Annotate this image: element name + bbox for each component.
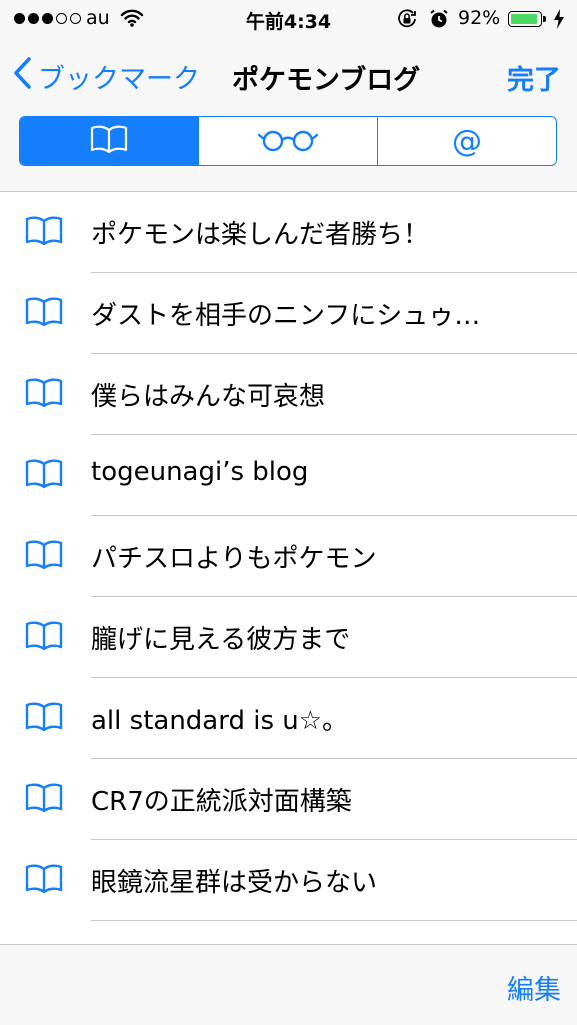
list-item[interactable]: all standard is u☆。 xyxy=(0,678,577,759)
list-item[interactable]: 朧げに見える彼方まで xyxy=(0,597,577,678)
bookmark-icon xyxy=(24,295,64,333)
bookmark-title: パチスロよりもポケモン xyxy=(91,544,377,574)
bookmark-icon xyxy=(24,619,64,657)
edit-button[interactable]: 編集 xyxy=(507,968,561,1007)
bookmark-title: CR7の正統派対面構築 xyxy=(91,787,352,817)
bookmark-title: all standard is u☆。 xyxy=(91,706,349,736)
bookmark-title: 僕らはみんな可哀想 xyxy=(91,382,326,412)
bookmark-title: togeunagi’s blog xyxy=(91,457,309,487)
bookmark-title: ポケモンは楽しんだ者勝ち！ xyxy=(91,220,430,250)
battery-icon xyxy=(508,11,542,27)
back-button[interactable]: ブックマーク xyxy=(12,56,200,97)
charging-icon xyxy=(553,9,565,34)
bookmark-title: ダストを相手のニンフにシュゥ… xyxy=(91,301,481,331)
alarm-icon xyxy=(428,8,450,35)
status-bar: au 午前4:34 92% xyxy=(0,0,577,38)
bookmarks-icon xyxy=(89,124,129,158)
done-button[interactable]: 完了 xyxy=(507,58,561,97)
orientation-lock-icon xyxy=(396,8,418,35)
shared-links-icon: @ xyxy=(452,123,482,159)
list-item[interactable]: 眼鏡流星群は受からない xyxy=(0,840,577,921)
list-item[interactable]: パチスロよりもポケモン xyxy=(0,516,577,597)
battery-fill xyxy=(511,14,537,24)
list-item[interactable]: ダストを相手のニンフにシュゥ… xyxy=(0,273,577,354)
bottom-toolbar: 編集 xyxy=(0,944,577,1025)
list-item[interactable]: CR7の正統派対面構築 xyxy=(0,759,577,840)
navigation-bar: ブックマーク ポケモンブログ 完了 xyxy=(0,48,577,104)
bookmark-title: 眼鏡流星群は受からない xyxy=(91,868,378,898)
page-title: ポケモンブログ xyxy=(232,65,421,96)
segmented-control: @ xyxy=(19,116,557,166)
bookmark-icon xyxy=(24,700,64,738)
bookmark-icon xyxy=(24,538,64,576)
list-item[interactable]: togeunagi’s blog xyxy=(0,435,577,516)
reading-list-icon xyxy=(257,125,319,157)
bookmark-icon xyxy=(24,214,64,252)
back-button-label: ブックマーク xyxy=(38,64,200,95)
bookmark-icon xyxy=(24,862,64,900)
bookmark-icon xyxy=(24,781,64,819)
top-bar: au 午前4:34 92% ブックマーク ポケモンブログ 完了 @ xyxy=(0,0,577,192)
chevron-left-icon xyxy=(12,56,32,97)
tab-reading-list[interactable] xyxy=(198,117,377,165)
battery-percent: 92% xyxy=(458,7,501,29)
bookmark-title: 朧げに見える彼方まで xyxy=(91,625,351,655)
list-item[interactable]: 僕らはみんな可哀想 xyxy=(0,354,577,435)
battery-cap xyxy=(543,16,546,22)
bookmark-icon xyxy=(24,457,64,495)
bookmark-icon xyxy=(24,376,64,414)
tab-shared-links[interactable]: @ xyxy=(377,117,556,165)
list-item[interactable]: ポケモンは楽しんだ者勝ち！ xyxy=(0,192,577,273)
tab-bookmarks[interactable] xyxy=(20,117,198,165)
list-item-partial[interactable] xyxy=(0,921,577,944)
bookmark-list: ポケモンは楽しんだ者勝ち！ ダストを相手のニンフにシュゥ… 僕らはみんな可哀想 … xyxy=(0,192,577,944)
